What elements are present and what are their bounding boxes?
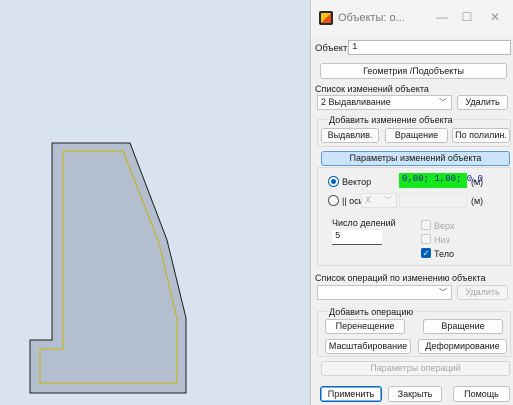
- add-operation-label: Добавить операцию: [328, 307, 415, 317]
- move-button[interactable]: Перенещение: [325, 319, 405, 334]
- rotation-button[interactable]: Вращение: [385, 128, 448, 143]
- body-label: Тело: [434, 249, 455, 259]
- maximize-icon[interactable]: ☐: [458, 8, 476, 26]
- chevron-down-icon: ﹀: [439, 288, 447, 297]
- top-label: Верх: [434, 221, 455, 231]
- outer-profile[interactable]: [29, 142, 187, 394]
- changes-select[interactable]: 2 Выдавливание ﹀: [317, 95, 452, 110]
- objects-dialog: Объекты: о... — ☐ ✕ Объект: 1 Геометрия …: [310, 0, 513, 405]
- chevron-down-icon: ﹀: [439, 98, 447, 107]
- bottom-checkbox[interactable]: [421, 234, 431, 244]
- title-bar[interactable]: Объекты: о... — ☐ ✕: [311, 0, 513, 36]
- minimize-icon[interactable]: —: [433, 8, 451, 26]
- vector-unit: (м): [471, 177, 484, 187]
- shape-drawing: [29, 142, 187, 394]
- geometry-button[interactable]: Геометрия /Подобъекты: [320, 63, 507, 79]
- body-checkbox[interactable]: ✓: [421, 248, 431, 258]
- app-icon: [319, 11, 333, 25]
- bottom-label: Низ: [434, 235, 450, 245]
- object-label: Объект:: [315, 43, 350, 54]
- close-button[interactable]: Закрыть: [388, 386, 442, 402]
- scale-button[interactable]: Масштабирование: [325, 339, 411, 354]
- axis-selected: X: [365, 195, 372, 205]
- apply-button[interactable]: Применить: [320, 386, 382, 402]
- rotate-operation-button[interactable]: Вращение: [423, 319, 503, 334]
- operations-select[interactable]: ﹀: [317, 285, 452, 300]
- delete-change-button[interactable]: Удалить: [457, 95, 508, 110]
- chevron-down-icon: ﹀: [384, 196, 392, 205]
- axis-unit: (м): [471, 196, 484, 206]
- add-change-label: Добавить изменение объекта: [328, 115, 454, 125]
- vector-label: Вектор: [342, 177, 372, 187]
- change-params-button[interactable]: Параметры изменений объекта: [321, 151, 510, 166]
- top-checkbox[interactable]: [421, 220, 431, 230]
- axis-value-field[interactable]: [399, 193, 467, 208]
- changes-selected: 2 Выдавливание: [321, 97, 391, 107]
- close-icon[interactable]: ✕: [486, 8, 504, 26]
- axis-select[interactable]: X ﹀: [361, 193, 397, 208]
- divisions-input[interactable]: 5: [332, 230, 382, 245]
- axis-radio[interactable]: [328, 195, 339, 206]
- operations-label: Список операций по изменению объекта: [315, 273, 486, 283]
- operation-params-button[interactable]: Параметры операций: [321, 361, 510, 376]
- object-field[interactable]: 1: [348, 40, 511, 55]
- deform-button[interactable]: Деформирование: [418, 339, 507, 354]
- divisions-label: Число делений: [332, 218, 396, 228]
- drawing-viewport[interactable]: [0, 0, 310, 405]
- help-button[interactable]: Помощь: [453, 386, 510, 402]
- window-title: Объекты: о...: [338, 12, 405, 24]
- changes-label: Список изменений объекта: [315, 84, 429, 94]
- extrude-button[interactable]: Выдавлив.: [321, 128, 379, 143]
- polyline-button[interactable]: По полилин.: [452, 128, 510, 143]
- delete-operation-button[interactable]: Удалить: [457, 285, 508, 300]
- vector-radio[interactable]: [328, 176, 339, 187]
- vector-input[interactable]: 0,00; 1,00; 0,0: [399, 173, 483, 188]
